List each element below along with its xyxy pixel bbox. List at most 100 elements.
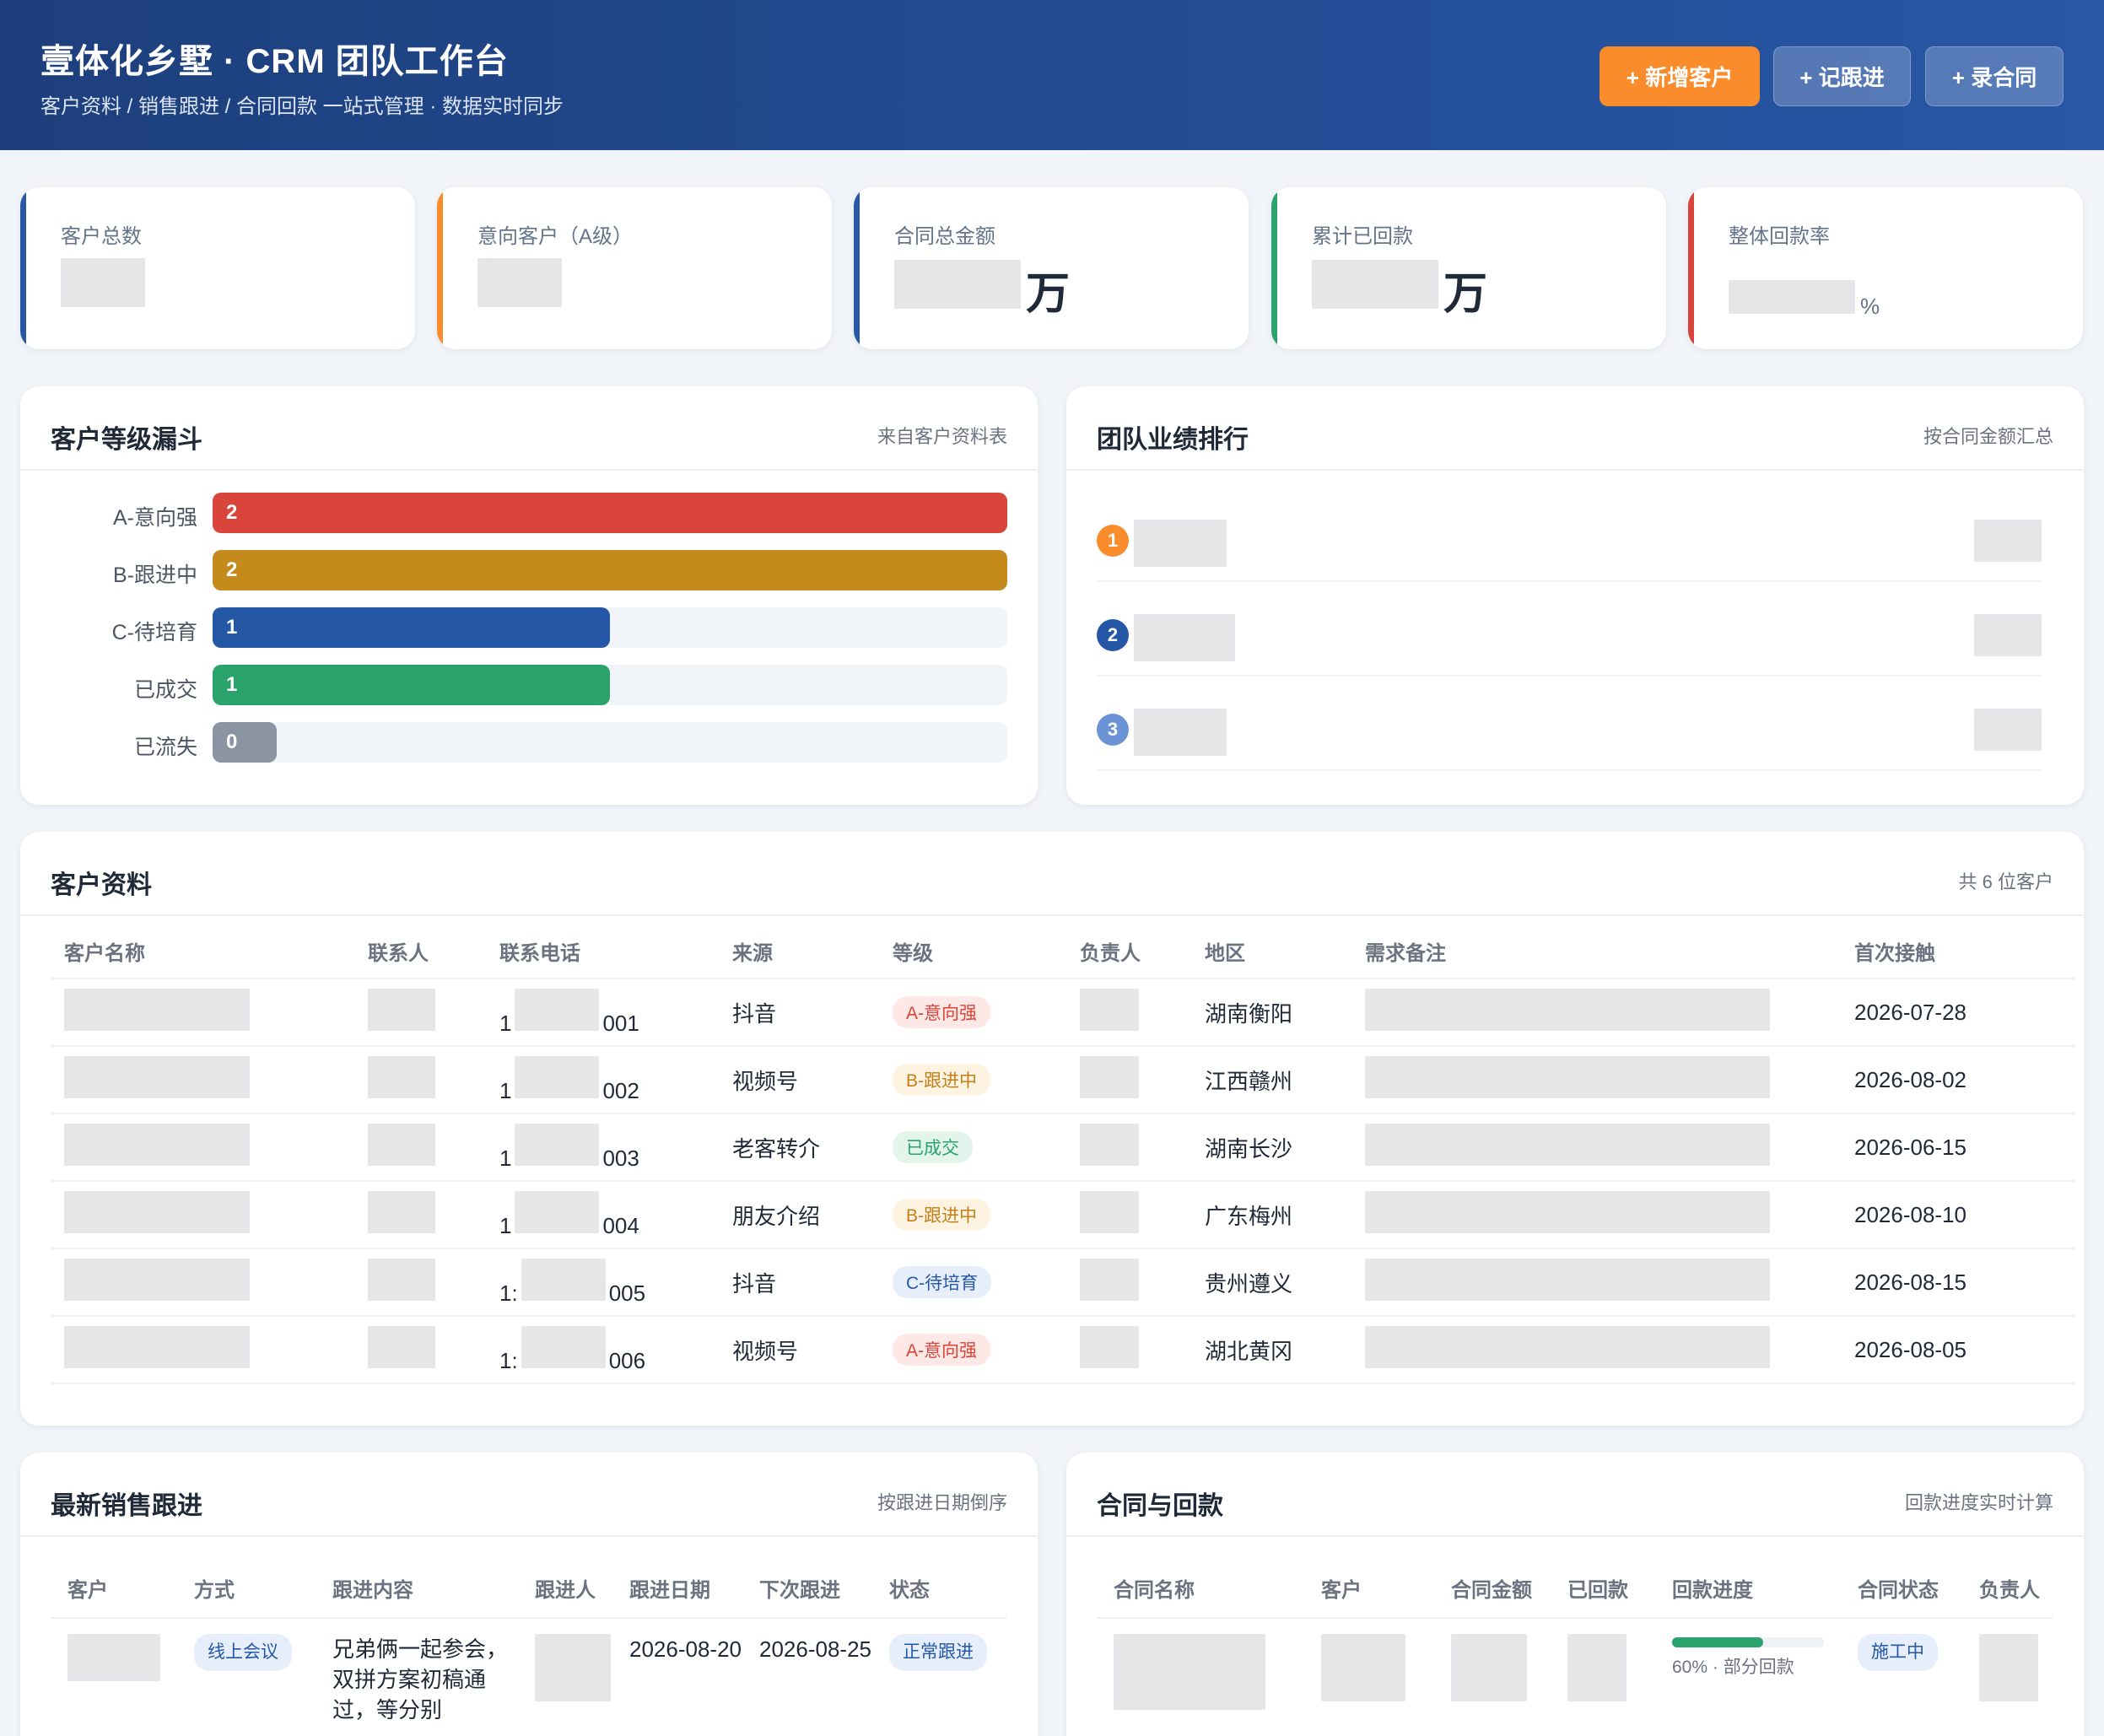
phone-suffix: 004 — [602, 1212, 639, 1238]
redacted-block — [64, 988, 250, 1031]
stat-unit: % — [1860, 294, 1880, 319]
customer-notes — [1351, 1248, 1841, 1317]
stat-label: 合同总金额 — [894, 225, 995, 248]
stat-unit: 万 — [1026, 270, 1071, 319]
customer-first-contact: 2026-08-10 — [1841, 1181, 2075, 1249]
contracts-col-header: 回款进度 — [1655, 1559, 1841, 1619]
phone-prefix: 1 — [499, 1010, 512, 1036]
customer-contact — [354, 1046, 486, 1114]
redacted-block — [368, 1055, 435, 1098]
customer-row[interactable]: 1 004 朋友介绍 B-跟进中 广东梅州 2026-08-10 — [51, 1181, 2075, 1249]
customer-source: 抖音 — [719, 979, 879, 1047]
redacted-block — [1567, 1634, 1627, 1701]
contracts-note: 回款进度实时计算 — [1904, 1492, 2053, 1513]
redacted-block — [515, 1123, 600, 1166]
add-followup-button[interactable]: + 记跟进 — [1773, 46, 1911, 106]
ranking-amount-redacted — [1974, 520, 2042, 566]
stat-value: 万 — [1312, 258, 1487, 321]
add-contract-button[interactable]: + 录合同 — [1925, 46, 2064, 106]
stat-unit: 万 — [1443, 270, 1488, 319]
ranking-amount-redacted — [1974, 709, 2042, 755]
followup-status-cell: 正常跟进 — [872, 1618, 1007, 1725]
redacted-block — [1134, 709, 1227, 756]
redacted-block — [1365, 1258, 1770, 1301]
contracts-col-header: 合同金额 — [1434, 1559, 1551, 1619]
redacted-block — [64, 1325, 250, 1368]
funnel-bar: 0 — [213, 722, 277, 763]
redacted-block — [1080, 1055, 1139, 1098]
stat-value-redacted — [61, 258, 145, 307]
customer-notes — [1351, 1181, 1841, 1249]
customer-contact — [354, 1248, 486, 1317]
ranking-panel: 团队业绩排行 按合同金额汇总 1 2 3 — [1066, 386, 2084, 805]
phone-prefix: 1: — [499, 1280, 518, 1306]
customer-first-contact: 2026-07-28 — [1841, 979, 2075, 1047]
funnel-note: 来自客户资料表 — [877, 426, 1007, 447]
customers-col-header: 等级 — [879, 925, 1066, 979]
funnel-row: B-跟进中 2 — [20, 550, 1038, 592]
ranking-title: 团队业绩排行 — [1097, 426, 1249, 454]
funnel-label: A-意向强 — [112, 506, 197, 530]
contract-name — [1097, 1618, 1304, 1717]
customer-first-contact: 2026-08-05 — [1841, 1316, 2075, 1384]
customer-name — [51, 1046, 354, 1114]
customer-row[interactable]: 1: 006 视频号 A-意向强 湖北黄冈 2026-08-05 — [51, 1316, 2075, 1384]
customer-contact — [354, 1113, 486, 1182]
customer-row[interactable]: 1 003 老客转介 已成交 湖南长沙 2026-06-15 — [51, 1113, 2075, 1182]
stat-accent — [20, 187, 26, 349]
customer-source: 视频号 — [719, 1316, 879, 1384]
contract-row[interactable]: 60% · 部分回款 施工中 — [1097, 1618, 2053, 1717]
customer-contact — [354, 1181, 486, 1249]
stat-value — [477, 258, 562, 318]
customer-phone: 1: 005 — [486, 1248, 719, 1317]
add-customer-button[interactable]: + 新增客户 — [1600, 46, 1760, 106]
redacted-block — [1979, 1634, 2038, 1701]
redacted-block — [1365, 1055, 1770, 1098]
page-subtitle: 客户资料 / 销售跟进 / 合同回款 一站式管理 · 数据实时同步 — [40, 95, 564, 118]
customer-region: 湖北黄冈 — [1191, 1316, 1351, 1384]
funnel-track: 1 — [213, 607, 1007, 648]
followups-panel: 最新销售跟进 按跟进日期倒序 客户 方式 跟进内容 跟进人 跟进日期 下次跟进 状态 线上会… — [20, 1453, 1038, 1736]
redacted-block — [521, 1325, 606, 1368]
customer-notes — [1351, 1046, 1841, 1114]
funnel-row: 已流失 0 — [20, 722, 1038, 764]
stat-label: 累计已回款 — [1312, 225, 1413, 248]
progress-fill — [1672, 1637, 1763, 1647]
redacted-block — [1974, 614, 2042, 656]
stat-value-redacted — [894, 260, 1021, 309]
customer-notes — [1351, 979, 1841, 1047]
grade-badge: 已成交 — [893, 1131, 973, 1163]
ranking-row: 2 — [1097, 607, 2042, 677]
funnel-label: 已成交 — [133, 678, 197, 702]
customers-col-header: 客户名称 — [51, 925, 354, 979]
customer-row[interactable]: 1 001 抖音 A-意向强 湖南衡阳 2026-07-28 — [51, 979, 2075, 1047]
contracts-title: 合同与回款 — [1097, 1492, 1223, 1520]
followups-col-header: 状态 — [872, 1559, 1007, 1619]
page-title: 壹体化乡墅 · CRM 团队工作台 — [40, 43, 509, 80]
customer-name — [51, 1113, 354, 1182]
customer-owner — [1066, 979, 1191, 1047]
customer-region: 湖南长沙 — [1191, 1113, 1351, 1182]
redacted-block — [67, 1634, 160, 1681]
customer-source: 老客转介 — [719, 1113, 879, 1182]
followup-next: 2026-08-25 — [759, 1636, 871, 1662]
customer-row[interactable]: 1: 005 抖音 C-待培育 贵州遵义 2026-08-15 — [51, 1248, 2075, 1317]
followups-col-header: 跟进内容 — [316, 1559, 518, 1619]
followup-row[interactable]: 线上会议 兄弟俩一起参会，双拼方案初稿通过，等分别 2026-08-20 2026-0… — [51, 1618, 1007, 1725]
funnel-track: 2 — [213, 493, 1007, 533]
phone-prefix: 1 — [499, 1145, 512, 1171]
ranking-member-redacted — [1134, 614, 1235, 666]
funnel-label: C-待培育 — [111, 621, 197, 644]
phone-suffix: 001 — [602, 1010, 639, 1036]
ranking-note: 按合同金额汇总 — [1923, 426, 2053, 447]
customer-row[interactable]: 1 002 视频号 B-跟进中 江西赣州 2026-08-02 — [51, 1046, 2075, 1114]
customer-grade-cell: C-待培育 — [879, 1248, 1066, 1317]
customer-source: 抖音 — [719, 1248, 879, 1317]
stat-card: 累计已回款万 — [1271, 187, 1666, 349]
stat-value: % — [1729, 280, 1880, 320]
customer-owner — [1066, 1316, 1191, 1384]
customer-name — [51, 979, 354, 1047]
customers-col-header: 负责人 — [1066, 925, 1191, 979]
customer-region: 广东梅州 — [1191, 1181, 1351, 1249]
redacted-block — [1080, 1258, 1139, 1301]
